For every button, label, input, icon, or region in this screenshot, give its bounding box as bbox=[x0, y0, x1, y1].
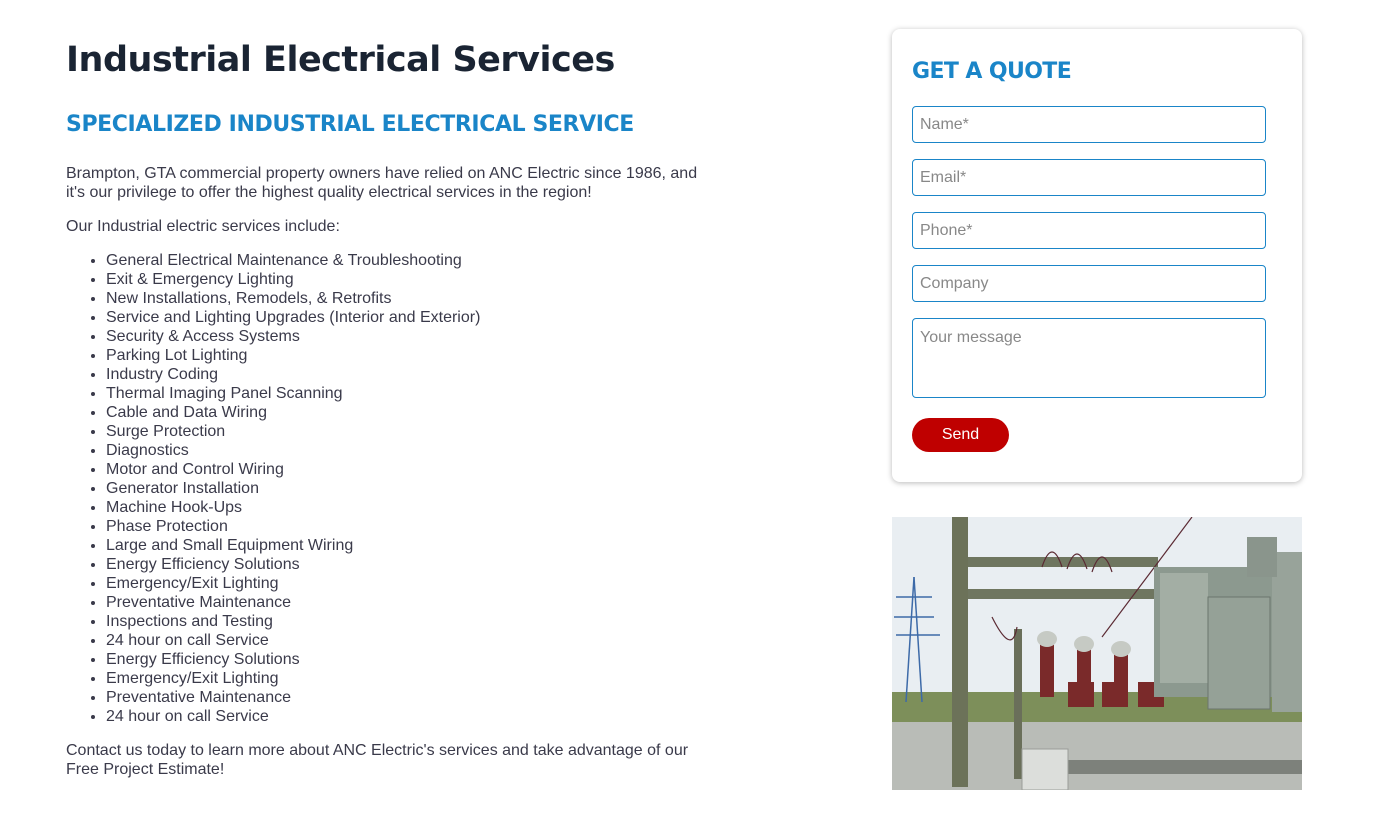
service-item: Industry Coding bbox=[106, 365, 706, 384]
section-subtitle: SPECIALIZED INDUSTRIAL ELECTRICAL SERVIC… bbox=[66, 112, 634, 137]
service-item: Energy Efficiency Solutions bbox=[106, 555, 706, 574]
service-item: Phase Protection bbox=[106, 517, 706, 536]
service-item: Preventative Maintenance bbox=[106, 688, 706, 707]
main-content: Industrial Electrical Services SPECIALIZ… bbox=[66, 36, 706, 779]
quote-form-card: GET A QUOTE Send bbox=[892, 29, 1302, 482]
service-item: Machine Hook-Ups bbox=[106, 498, 706, 517]
service-item: Security & Access Systems bbox=[106, 327, 706, 346]
service-item: Diagnostics bbox=[106, 441, 706, 460]
service-item: Preventative Maintenance bbox=[106, 593, 706, 612]
substation-illustration bbox=[892, 517, 1302, 790]
name-field[interactable] bbox=[912, 106, 1266, 143]
service-item: Large and Small Equipment Wiring bbox=[106, 536, 706, 555]
phone-field[interactable] bbox=[912, 212, 1266, 249]
service-item: Emergency/Exit Lighting bbox=[106, 669, 706, 688]
service-item: Motor and Control Wiring bbox=[106, 460, 706, 479]
service-item: Inspections and Testing bbox=[106, 612, 706, 631]
services-list: General Electrical Maintenance & Trouble… bbox=[66, 251, 706, 726]
services-heading: Our Industrial electric services include… bbox=[66, 218, 340, 235]
service-item: New Installations, Remodels, & Retrofits bbox=[106, 289, 706, 308]
page-title: Industrial Electrical Services bbox=[66, 40, 615, 80]
send-button[interactable]: Send bbox=[912, 418, 1009, 452]
service-item: Exit & Emergency Lighting bbox=[106, 270, 706, 289]
email-field[interactable] bbox=[912, 159, 1266, 196]
service-item: 24 hour on call Service bbox=[106, 707, 706, 726]
service-item: Surge Protection bbox=[106, 422, 706, 441]
intro-paragraph: Brampton, GTA commercial property owners… bbox=[66, 165, 698, 201]
service-item: Cable and Data Wiring bbox=[106, 403, 706, 422]
message-field[interactable] bbox=[912, 318, 1266, 398]
contact-paragraph: Contact us today to learn more about ANC… bbox=[66, 742, 689, 778]
service-item: 24 hour on call Service bbox=[106, 631, 706, 650]
quote-form-title: GET A QUOTE bbox=[912, 59, 1072, 84]
service-item: Emergency/Exit Lighting bbox=[106, 574, 706, 593]
substation-photo bbox=[892, 517, 1302, 790]
service-item: Energy Efficiency Solutions bbox=[106, 650, 706, 669]
company-field[interactable] bbox=[912, 265, 1266, 302]
service-item: General Electrical Maintenance & Trouble… bbox=[106, 251, 706, 270]
service-item: Parking Lot Lighting bbox=[106, 346, 706, 365]
service-item: Generator Installation bbox=[106, 479, 706, 498]
service-item: Service and Lighting Upgrades (Interior … bbox=[106, 308, 706, 327]
service-item: Thermal Imaging Panel Scanning bbox=[106, 384, 706, 403]
